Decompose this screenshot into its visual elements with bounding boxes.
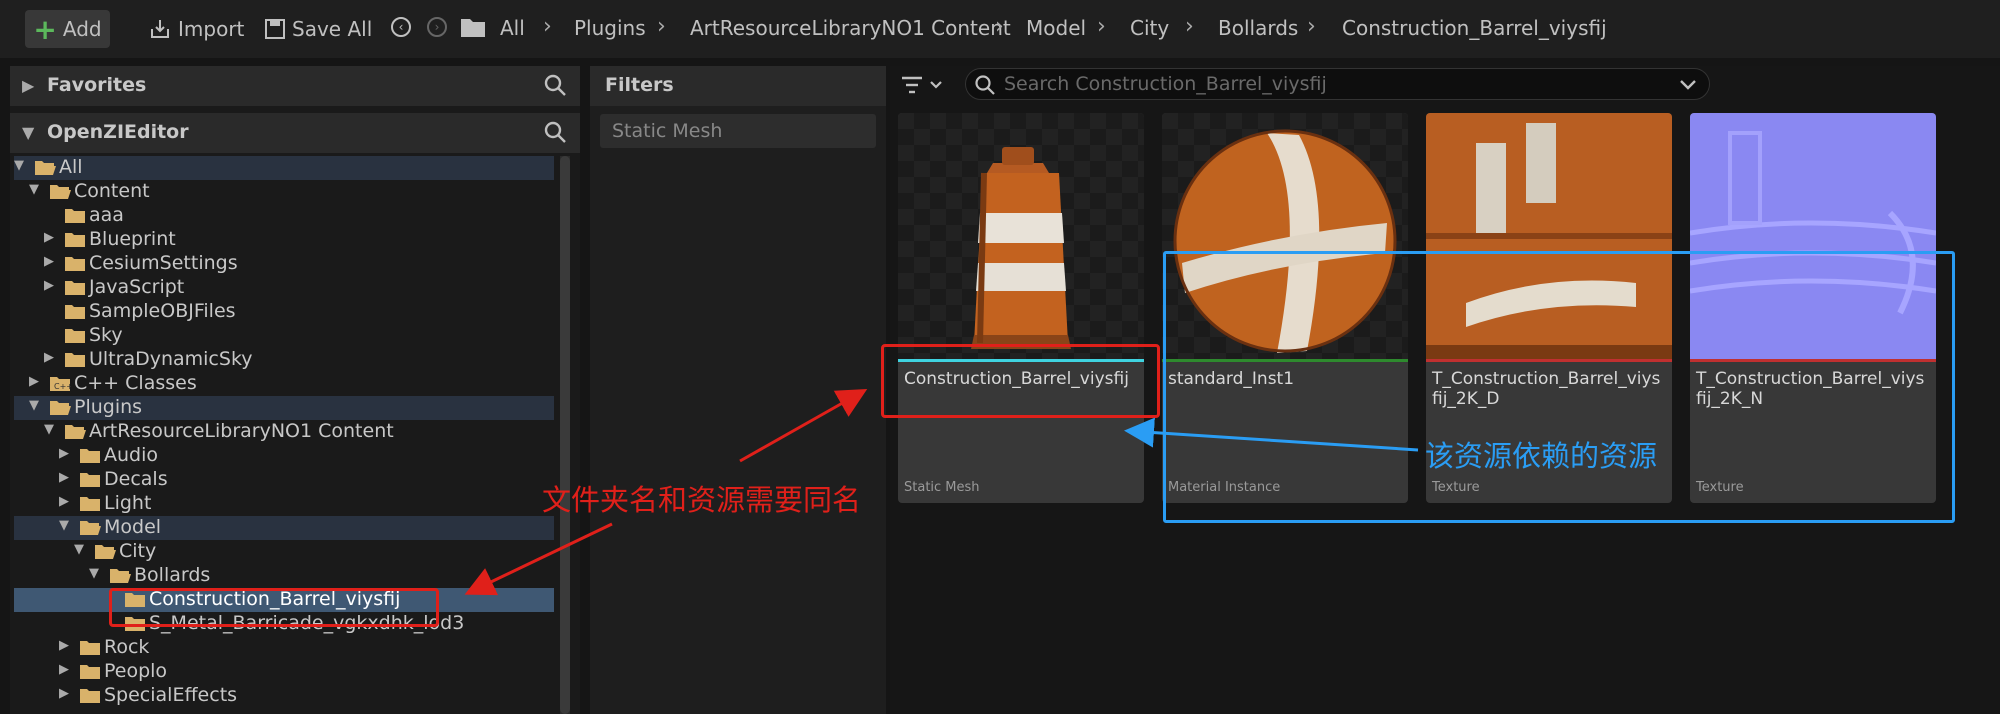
arrow-to-folder-name — [464, 522, 613, 596]
arrow-dependency — [1124, 417, 1419, 452]
arrow-to-asset-name — [739, 389, 868, 463]
annotation-arrows — [464, 389, 1419, 596]
